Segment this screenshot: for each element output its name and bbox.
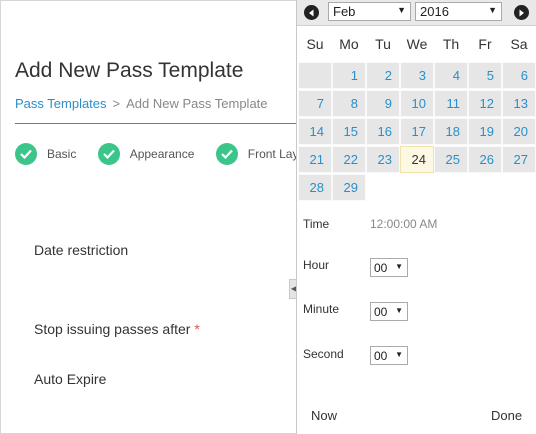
- now-button[interactable]: Now: [311, 408, 337, 423]
- minute-value: 00: [374, 305, 388, 319]
- calendar-day[interactable]: 28: [298, 174, 332, 201]
- hour-select[interactable]: 00 ▼: [370, 258, 408, 277]
- calendar-day[interactable]: 23: [366, 146, 400, 173]
- step-appearance[interactable]: Appearance: [97, 143, 195, 165]
- calendar-day[interactable]: 4: [434, 62, 468, 89]
- calendar-day[interactable]: 11: [434, 90, 468, 117]
- breadcrumb-current: Add New Pass Template: [126, 96, 268, 111]
- breadcrumb-link-pass-templates[interactable]: Pass Templates: [15, 96, 107, 111]
- next-month-icon[interactable]: [514, 5, 529, 20]
- calendar-day[interactable]: 17: [400, 118, 434, 145]
- required-marker: *: [194, 321, 200, 337]
- stop-issuing-label: Stop issuing passes after *: [34, 321, 200, 337]
- year-value: 2016: [420, 4, 449, 19]
- time-label: Time: [303, 217, 330, 231]
- calendar-day[interactable]: 8: [332, 90, 366, 117]
- calendar-day[interactable]: 16: [366, 118, 400, 145]
- chevron-down-icon: ▼: [395, 306, 403, 315]
- calendar-day-today[interactable]: 24: [400, 146, 434, 173]
- calendar-empty-cell: [298, 62, 332, 89]
- calendar-day[interactable]: 15: [332, 118, 366, 145]
- picker-header: Feb ▼ 2016 ▼: [297, 0, 536, 26]
- hour-label: Hour: [303, 258, 330, 272]
- month-value: Feb: [333, 4, 356, 19]
- prev-month-icon[interactable]: [304, 5, 319, 20]
- step-label: Appearance: [129, 147, 195, 161]
- calendar-day[interactable]: 26: [468, 146, 502, 173]
- weekday-label: Fr: [478, 36, 492, 52]
- datetime-picker: Feb ▼ 2016 ▼ Su Mo Tu We Th Fr Sa 1 2 3 4 5 6 7 8 9 10 11 1…: [296, 0, 536, 434]
- chevron-down-icon: ▼: [397, 5, 406, 15]
- step-label: Basic: [47, 147, 77, 161]
- check-icon: [15, 143, 37, 165]
- weekday-label: Su: [306, 36, 324, 52]
- month-select[interactable]: Feb ▼: [328, 2, 411, 21]
- calendar-day[interactable]: 5: [468, 62, 502, 89]
- calendar-day[interactable]: 1: [332, 62, 366, 89]
- weekday-label: Mo: [339, 36, 359, 52]
- calendar-day[interactable]: 27: [502, 146, 536, 173]
- calendar-day[interactable]: 2: [366, 62, 400, 89]
- calendar-day[interactable]: 14: [298, 118, 332, 145]
- calendar-day[interactable]: 19: [468, 118, 502, 145]
- title-divider: [15, 123, 297, 124]
- auto-expire-label: Auto Expire: [34, 371, 107, 387]
- second-label: Second: [303, 347, 344, 361]
- calendar-day[interactable]: 22: [332, 146, 366, 173]
- calendar-day[interactable]: 20: [502, 118, 536, 145]
- calendar-day[interactable]: 21: [298, 146, 332, 173]
- weekday-label: We: [406, 36, 428, 52]
- chevron-down-icon: ▼: [395, 262, 403, 271]
- calendar-day[interactable]: 6: [502, 62, 536, 89]
- date-restriction-label: Date restriction: [34, 242, 129, 258]
- check-icon: [97, 143, 120, 165]
- breadcrumb-separator: >: [112, 96, 121, 111]
- done-button[interactable]: Done: [491, 408, 522, 423]
- step-basic[interactable]: Basic: [15, 143, 76, 165]
- second-value: 00: [374, 349, 388, 363]
- calendar-day[interactable]: 9: [366, 90, 400, 117]
- second-select[interactable]: 00 ▼: [370, 346, 408, 365]
- calendar-day[interactable]: 3: [400, 62, 434, 89]
- calendar-day[interactable]: 25: [434, 146, 468, 173]
- time-value: 12:00:00 AM: [370, 217, 438, 231]
- calendar-day[interactable]: 29: [332, 174, 366, 201]
- chevron-down-icon: ▼: [488, 5, 497, 15]
- minute-select[interactable]: 00 ▼: [370, 302, 408, 321]
- weekday-label: Tu: [375, 36, 391, 52]
- calendar-day[interactable]: 18: [434, 118, 468, 145]
- calendar-day[interactable]: 12: [468, 90, 502, 117]
- calendar-day[interactable]: 7: [298, 90, 332, 117]
- calendar-day[interactable]: 13: [502, 90, 536, 117]
- calendar-day[interactable]: 10: [400, 90, 434, 117]
- breadcrumb: Pass Templates > Add New Pass Template: [15, 96, 268, 111]
- minute-label: Minute: [303, 302, 340, 316]
- check-icon: [215, 143, 238, 165]
- hour-value: 00: [374, 261, 388, 275]
- weekday-label: Th: [442, 36, 460, 52]
- page-title: Add New Pass Template: [15, 59, 244, 82]
- weekday-label: Sa: [510, 36, 528, 52]
- chevron-down-icon: ▼: [395, 350, 403, 359]
- stop-issuing-text: Stop issuing passes after: [34, 321, 191, 337]
- wizard-steps: Basic Appearance Front Layou: [15, 143, 330, 165]
- year-select[interactable]: 2016 ▼: [415, 2, 502, 21]
